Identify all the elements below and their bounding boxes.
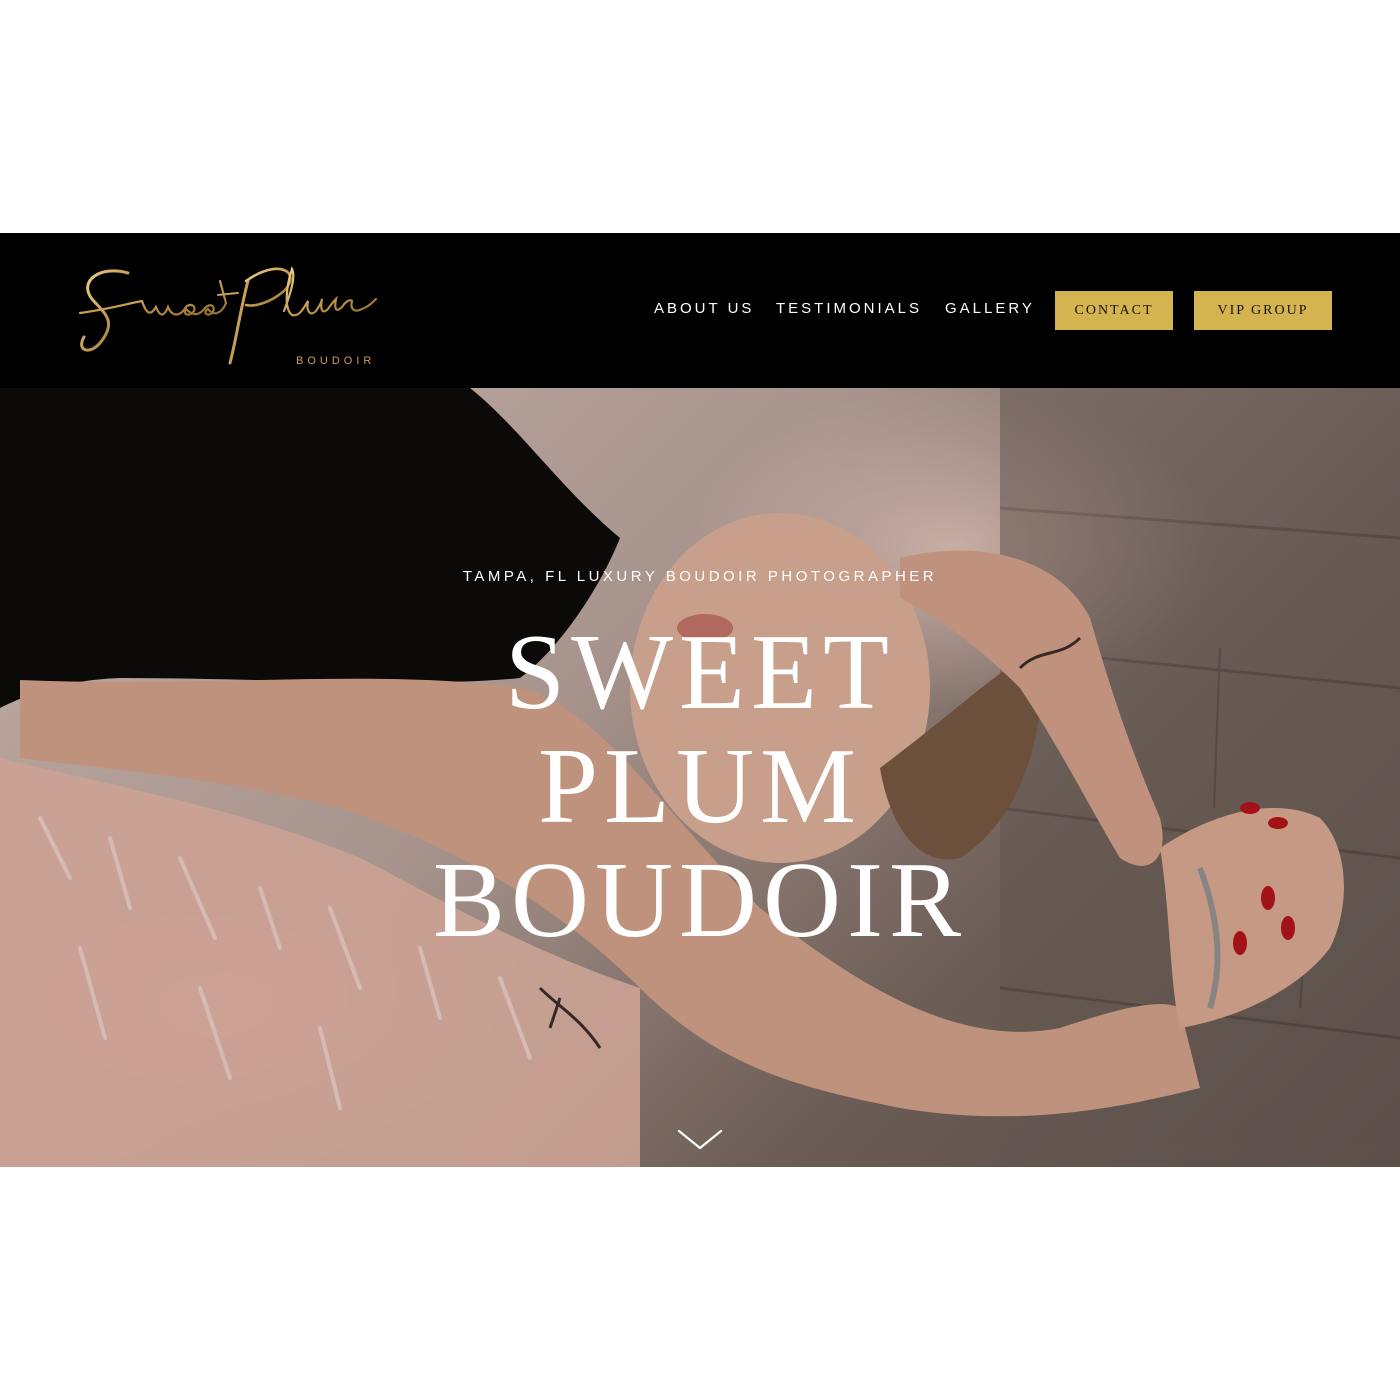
page: BOUDOIR ABOUT US TESTIMONIALS GALLERY CO… [0,0,1400,1400]
hero-title-line: PLUM [537,727,863,846]
vip-group-button[interactable]: VIP GROUP [1194,291,1332,330]
logo-subtitle: BOUDOIR [296,355,376,367]
nav-testimonials[interactable]: TESTIMONIALS [776,300,922,317]
scroll-down-button[interactable] [677,1128,723,1152]
contact-button[interactable]: CONTACT [1055,291,1173,330]
main-nav: ABOUT US TESTIMONIALS GALLERY CONTACT VI… [640,233,1400,388]
hero-title-line: SWEET [505,613,895,732]
site-logo[interactable]: BOUDOIR [70,251,390,371]
nav-gallery[interactable]: GALLERY [945,300,1035,317]
hero-title: SWEET PLUM BOUDOIR [0,616,1400,958]
nav-about-us[interactable]: ABOUT US [654,300,754,317]
hero-title-line: BOUDOIR [432,841,967,960]
logo-script-icon [78,266,378,365]
chevron-down-icon [677,1129,723,1150]
hero-kicker: TAMPA, FL LUXURY BOUDOIR PHOTOGRAPHER [462,568,938,585]
hero-section: TAMPA, FL LUXURY BOUDOIR PHOTOGRAPHER SW… [0,388,1400,1167]
site-header: BOUDOIR ABOUT US TESTIMONIALS GALLERY CO… [0,233,1400,388]
